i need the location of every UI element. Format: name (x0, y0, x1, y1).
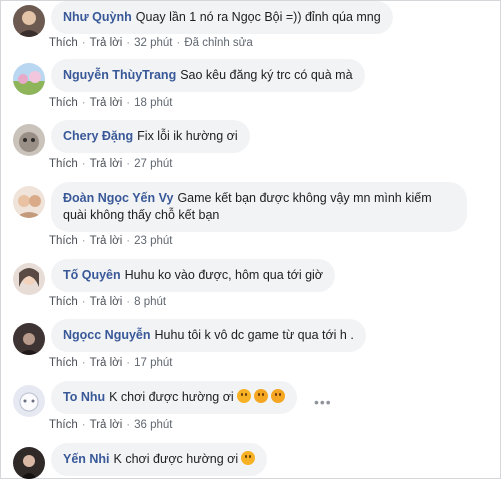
comment-text: K chơi được hường ơi (113, 452, 239, 466)
commenter-name[interactable]: Nguyễn ThùyTrang (63, 68, 176, 82)
avatar[interactable] (13, 5, 45, 37)
comment-bubble: Nguyễn ThùyTrang Sao kêu đăng ký trc có q… (51, 59, 365, 92)
comment-actions: Thích · Trả lời · 23 phút (49, 235, 173, 247)
reply-link[interactable]: Trả lời (90, 97, 123, 109)
comment-actions: Thích · Trả lời · 17 phút (49, 357, 173, 369)
crying-face-icon (236, 389, 251, 403)
like-link[interactable]: Thích (49, 97, 78, 109)
reply-link[interactable]: Trả lời (90, 419, 123, 431)
like-link[interactable]: Thích (49, 357, 78, 369)
commenter-name[interactable]: To Nhu (63, 390, 105, 404)
reply-link[interactable]: Trả lời (90, 158, 123, 170)
comment-text: Huhu tôi k vô dc game từ qua tới h . (154, 328, 354, 342)
comment-bubble: To Nhu K chơi được hường ơi (51, 381, 297, 414)
comment-text: Fix lỗi ik hường ơi (137, 129, 238, 143)
avatar[interactable] (13, 323, 45, 355)
like-link[interactable]: Thích (49, 419, 78, 431)
crying-face-icon (241, 451, 256, 465)
angry-face-icon (253, 389, 268, 403)
comment-bubble: Yến Nhi K chơi được hường ơi (51, 443, 268, 476)
comment-text: Quay lần 1 nó ra Ngọc Bội =)) đỉnh qúa m… (135, 10, 381, 24)
comment-bubble: Ngọcc Nguyễn Huhu tôi k vô dc game từ qua… (51, 319, 366, 352)
avatar[interactable] (13, 63, 45, 95)
more-options-icon[interactable]: ••• (314, 394, 332, 410)
comment-text: Huhu ko vào được, hôm qua tới giờ (124, 268, 323, 282)
comment-bubble: Đoàn Ngọc Yến Vy Game kết bạn được không … (51, 182, 467, 232)
avatar[interactable] (13, 447, 45, 479)
commenter-name[interactable]: Tố Quyên (63, 268, 121, 282)
comment-bubble: Như Quỳnh Quay lần 1 nó ra Ngọc Bội =)) đ… (51, 1, 393, 34)
reply-link[interactable]: Trả lời (90, 37, 123, 49)
commenter-name[interactable]: Ngọcc Nguyễn (63, 328, 151, 342)
avatar[interactable] (13, 186, 45, 218)
comment-bubble: Chery Đặng Fix lỗi ik hường ơi (51, 120, 250, 153)
reply-link[interactable]: Trả lời (90, 357, 123, 369)
comment-actions: Thích · Trả lời · 36 phút (49, 419, 173, 431)
comment-actions: Thích · Trả lời · 8 phút (49, 296, 167, 308)
comment-text: Sao kêu đăng ký trc có quà mà (180, 68, 353, 82)
avatar[interactable] (13, 385, 45, 417)
reply-link[interactable]: Trả lời (90, 296, 123, 308)
comment-list: Như Quỳnh Quay lần 1 nó ra Ngọc Bội =)) đ… (0, 0, 501, 479)
angry-face-icon (270, 389, 285, 403)
comment-bubble: Tố Quyên Huhu ko vào được, hôm qua tới gi… (51, 259, 335, 292)
like-link[interactable]: Thích (49, 296, 78, 308)
like-link[interactable]: Thích (49, 235, 78, 247)
comment-actions: Thích · Trả lời · 32 phút · Đã chỉnh sửa (49, 37, 253, 49)
avatar[interactable] (13, 263, 45, 295)
comment-time[interactable]: 18 phút (134, 97, 172, 109)
reply-link[interactable]: Trả lời (90, 235, 123, 247)
comment-time[interactable]: 8 phút (134, 296, 166, 308)
like-link[interactable]: Thích (49, 158, 78, 170)
edited-label[interactable]: Đã chỉnh sửa (184, 37, 252, 49)
comment-time[interactable]: 32 phút (134, 37, 172, 49)
comment-time[interactable]: 17 phút (134, 357, 172, 369)
avatar[interactable] (13, 124, 45, 156)
comment-text: K chơi được hường ơi (109, 390, 234, 404)
commenter-name[interactable]: Yến Nhi (63, 452, 110, 466)
comment-actions: Thích · Trả lời · 27 phút (49, 158, 173, 170)
comment-time[interactable]: 36 phút (134, 419, 172, 431)
commenter-name[interactable]: Như Quỳnh (63, 10, 132, 24)
comment-time[interactable]: 27 phút (134, 158, 172, 170)
like-link[interactable]: Thích (49, 37, 78, 49)
comment-actions: Thích · Trả lời · 18 phút (49, 97, 173, 109)
comment-time[interactable]: 23 phút (134, 235, 172, 247)
commenter-name[interactable]: Chery Đặng (63, 129, 133, 143)
commenter-name[interactable]: Đoàn Ngọc Yến Vy (63, 191, 173, 205)
